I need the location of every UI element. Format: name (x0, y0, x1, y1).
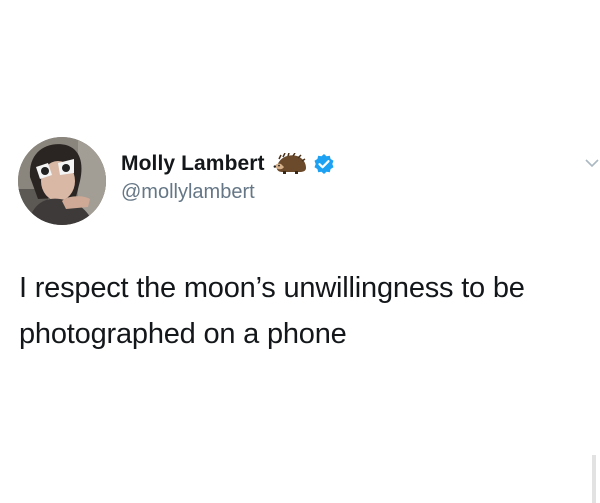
verified-badge-icon (314, 154, 334, 174)
display-name-row: Molly Lambert (121, 150, 335, 178)
display-name[interactable]: Molly Lambert (121, 152, 265, 176)
tweet-text: I respect the moon’s unwillingness to be… (19, 272, 525, 350)
author-names: Molly Lambert @mollylambert (121, 150, 335, 204)
avatar-photo (18, 137, 106, 225)
chevron-down-icon[interactable] (585, 158, 599, 168)
tweet-header: Molly Lambert @mollylambert (18, 137, 578, 227)
hedgehog-icon (273, 153, 306, 174)
user-handle[interactable]: @mollylambert (121, 181, 335, 204)
scrollbar[interactable] (592, 455, 596, 503)
tweet-card: Molly Lambert @mollylambert I respect th… (0, 0, 600, 503)
avatar[interactable] (18, 137, 106, 225)
